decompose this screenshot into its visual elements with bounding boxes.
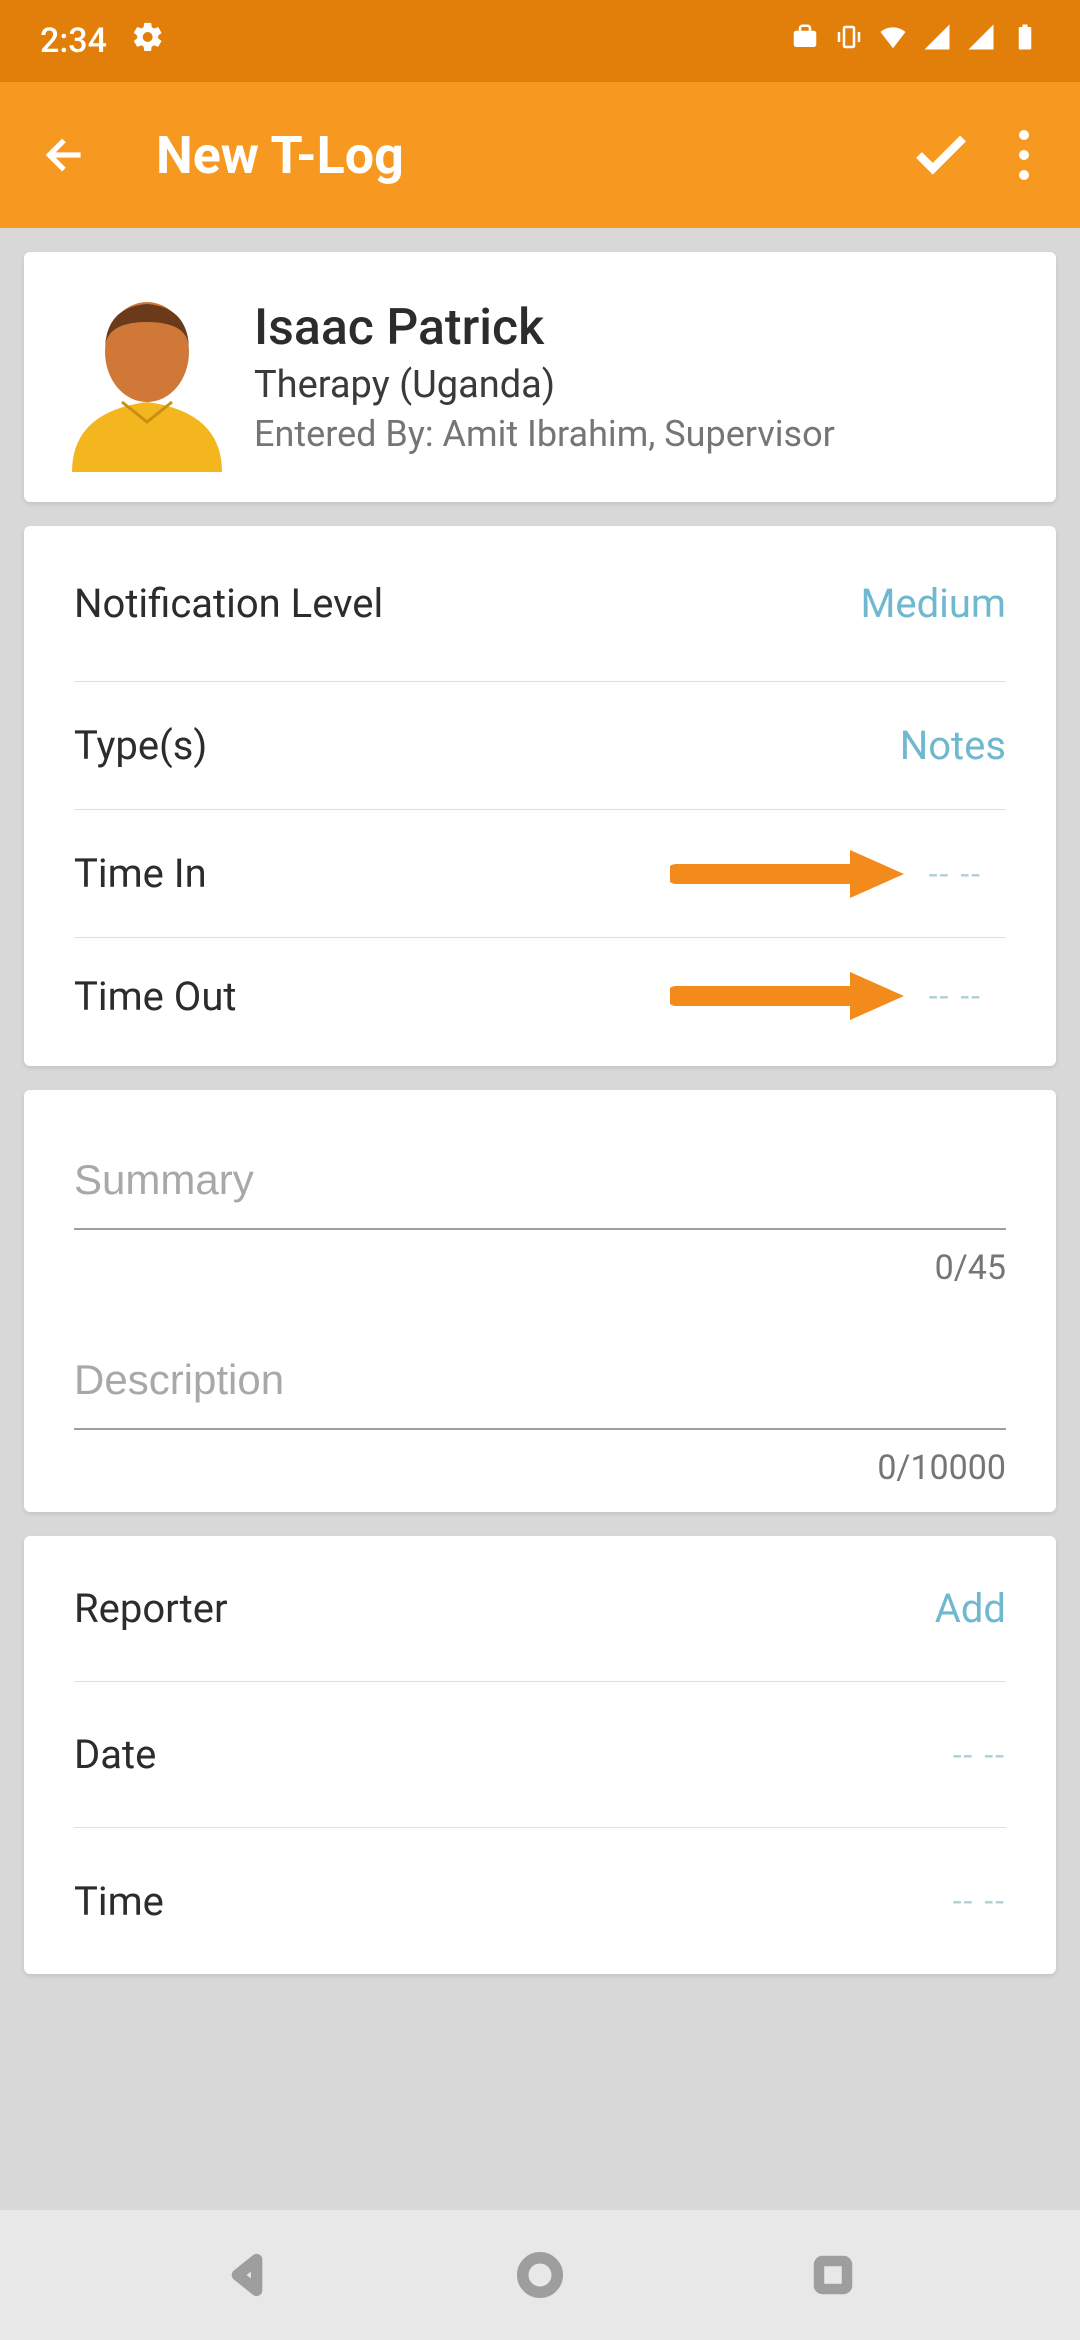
reporter-label: Reporter [74,1585,228,1632]
time-out-value: -- -- [929,977,982,1015]
bottom-card: Reporter Add Date -- -- Time -- -- [24,1536,1056,1974]
text-card: 0/45 0/10000 [24,1090,1056,1512]
time-in-value: -- -- [929,855,982,893]
nav-recent-button[interactable] [803,2245,863,2305]
time-in-row[interactable]: Time In -- -- [74,810,1006,938]
briefcase-icon [790,21,820,61]
content-area: Isaac Patrick Therapy (Uganda) Entered B… [0,228,1080,2022]
status-bar: 2:34 [0,0,1080,82]
status-time: 2:34 [40,21,107,61]
signal-icon [922,21,952,61]
time-in-label: Time In [74,850,207,897]
fields-card: Notification Level Medium Type(s) Notes … [24,526,1056,1066]
person-card: Isaac Patrick Therapy (Uganda) Entered B… [24,252,1056,502]
date-label: Date [74,1731,156,1778]
notification-level-row[interactable]: Notification Level Medium [74,526,1006,682]
date-value: -- -- [953,1736,1006,1774]
wifi-icon [878,21,908,61]
notification-label: Notification Level [74,580,383,627]
avatar [52,282,242,472]
gear-icon [131,20,165,63]
description-counter: 0/10000 [74,1448,1006,1488]
arrow-icon [670,968,910,1024]
description-input[interactable] [74,1336,1006,1430]
types-row[interactable]: Type(s) Notes [74,682,1006,810]
reporter-row[interactable]: Reporter Add [74,1536,1006,1682]
navigation-bar [0,2210,1080,2340]
save-button[interactable] [906,120,976,190]
summary-input[interactable] [74,1136,1006,1230]
notification-value: Medium [860,580,1006,627]
entered-by: Entered By: Amit Ibrahim, Supervisor [254,413,1020,455]
person-subtitle: Therapy (Uganda) [254,363,1020,407]
types-label: Type(s) [74,722,207,769]
app-bar: New T-Log [0,82,1080,228]
time-out-row[interactable]: Time Out -- -- [74,938,1006,1066]
nav-home-button[interactable] [510,2245,570,2305]
summary-counter: 0/45 [74,1248,1006,1288]
signal-icon-2 [966,21,996,61]
time-out-label: Time Out [74,973,236,1020]
date-row[interactable]: Date -- -- [74,1682,1006,1828]
time-label: Time [74,1878,164,1925]
back-button[interactable] [36,125,96,185]
nav-back-button[interactable] [217,2245,277,2305]
reporter-add[interactable]: Add [935,1585,1006,1632]
page-title: New T-Log [156,125,906,186]
time-value: -- -- [953,1882,1006,1920]
person-name: Isaac Patrick [254,299,1020,357]
types-value: Notes [900,722,1006,769]
time-row[interactable]: Time -- -- [74,1828,1006,1974]
vibrate-icon [834,21,864,61]
more-menu-button[interactable] [1004,125,1044,185]
battery-icon [1010,21,1040,61]
arrow-icon [670,846,910,902]
